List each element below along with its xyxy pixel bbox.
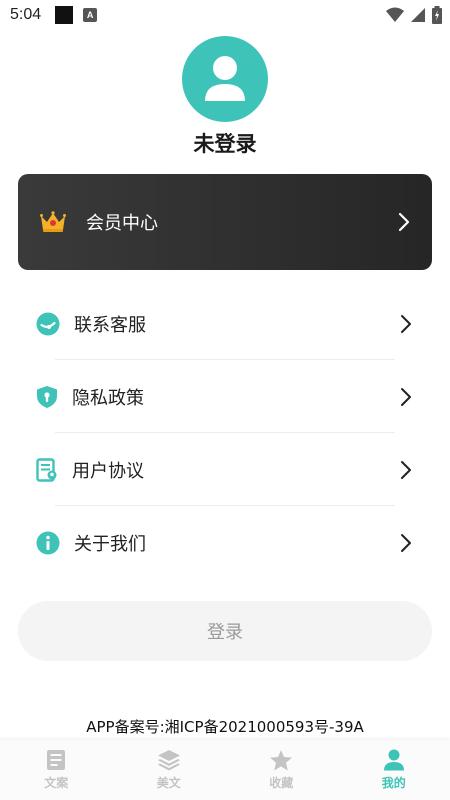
notification-a-icon: A	[83, 8, 98, 22]
crown-icon	[40, 211, 66, 232]
person-icon	[383, 749, 404, 771]
avatar[interactable]	[182, 36, 268, 122]
menu-item-user-agreement[interactable]: 用户协议	[0, 433, 450, 506]
tab-label: 收藏	[269, 776, 294, 790]
wifi-icon	[386, 7, 404, 22]
user-icon	[205, 56, 245, 101]
tab-mine[interactable]: 我的	[338, 740, 450, 800]
star-icon	[270, 750, 293, 771]
info-icon	[36, 531, 60, 554]
tab-favorites[interactable]: 收藏	[225, 740, 338, 800]
login-status-name[interactable]: 未登录	[0, 128, 450, 158]
tab-copywriting[interactable]: 文案	[0, 740, 113, 800]
login-button[interactable]: 登录	[18, 601, 432, 661]
menu-item-label: 联系客服	[74, 314, 146, 336]
tab-label: 美文	[156, 776, 181, 790]
menu-item-label: 关于我们	[74, 533, 146, 555]
status-bar: 5:04 A	[0, 0, 450, 30]
chevron-right-icon	[401, 387, 411, 406]
document-agreement-icon	[36, 457, 57, 482]
chevron-right-icon	[401, 533, 411, 552]
status-icons	[386, 6, 442, 24]
chevron-right-icon	[401, 460, 411, 479]
menu-item-label: 隐私政策	[72, 387, 144, 409]
shield-keyhole-icon	[37, 385, 57, 408]
notification-square-icon	[55, 6, 74, 24]
app-filing-number: APP备案号:湘ICP备2021000593号-39A	[86, 718, 364, 736]
member-center-label: 会员中心	[86, 213, 158, 234]
customer-service-icon	[36, 312, 60, 335]
chevron-right-icon	[401, 314, 411, 333]
document-icon	[47, 750, 66, 770]
chevron-right-icon	[398, 212, 410, 232]
battery-icon	[432, 6, 442, 24]
signal-icon	[411, 8, 425, 22]
bottom-tab-bar: 文案 美文 收藏 我的	[0, 740, 450, 800]
menu-item-label: 用户协议	[72, 460, 144, 482]
settings-menu: 联系客服 隐私政策 用户协议 关于我们	[0, 287, 450, 579]
layers-icon	[157, 750, 180, 771]
member-center-card[interactable]: 会员中心	[18, 174, 432, 270]
menu-item-privacy-policy[interactable]: 隐私政策	[0, 360, 450, 433]
tab-essays[interactable]: 美文	[113, 740, 226, 800]
menu-item-about-us[interactable]: 关于我们	[0, 506, 450, 579]
tab-label: 我的	[381, 776, 406, 790]
menu-item-contact-service[interactable]: 联系客服	[0, 287, 450, 360]
status-time: 5:04	[10, 6, 42, 23]
tab-label: 文案	[44, 776, 69, 790]
